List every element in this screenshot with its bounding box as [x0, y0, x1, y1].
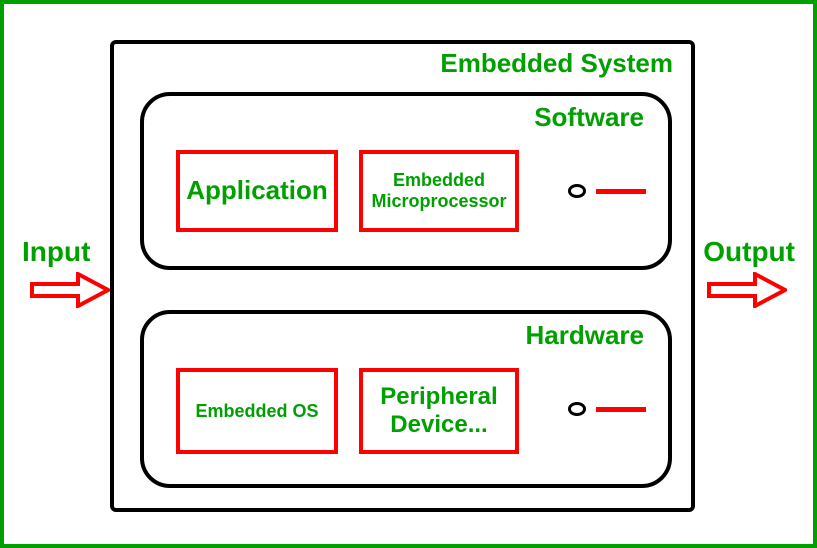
application-box: Application: [176, 150, 338, 232]
dash-icon: [596, 189, 646, 194]
input-arrow-icon: [30, 272, 110, 308]
circle-icon: [568, 402, 586, 416]
system-title: Embedded System: [440, 48, 673, 79]
peripheral-device-box: Peripheral Device...: [359, 368, 519, 454]
software-symbol: [568, 184, 646, 198]
software-panel: Software Application Embedded Microproce…: [140, 92, 672, 270]
input-label: Input: [22, 236, 90, 268]
output-arrow-icon: [707, 272, 787, 308]
hardware-panel: Hardware Embedded OS Peripheral Device..…: [140, 310, 672, 488]
embedded-os-box: Embedded OS: [176, 368, 338, 454]
output-label: Output: [703, 236, 795, 268]
microprocessor-box: Embedded Microprocessor: [359, 150, 519, 232]
circle-icon: [568, 184, 586, 198]
software-title: Software: [534, 102, 644, 133]
embedded-system-box: Embedded System Software Application Emb…: [110, 40, 695, 512]
hardware-symbol: [568, 402, 646, 416]
outer-frame: Input Output Embedded System Software Ap…: [0, 0, 817, 548]
hardware-title: Hardware: [526, 320, 645, 351]
dash-icon: [596, 407, 646, 412]
